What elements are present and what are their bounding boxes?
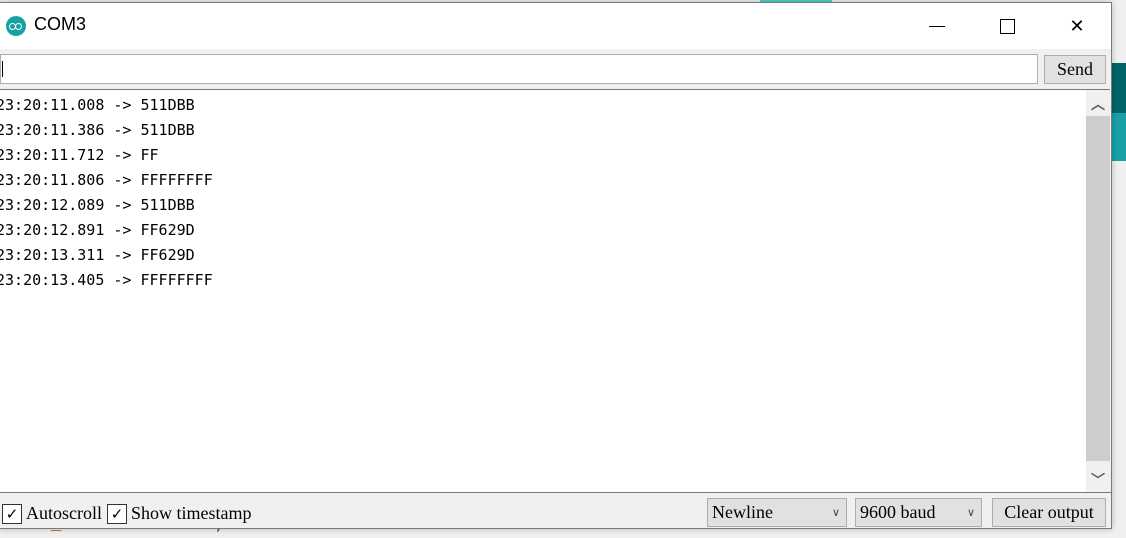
- minimize-button[interactable]: [914, 3, 960, 49]
- output-line: 23:20:11.386 -> 511DBB: [0, 121, 195, 139]
- serial-output[interactable]: 23:20:11.008 -> 511DBB 23:20:11.386 -> 51…: [0, 89, 1086, 492]
- output-line: 23:20:12.089 -> 511DBB: [0, 196, 195, 214]
- show-timestamp-checkbox[interactable]: ✓ Show timestamp: [107, 503, 252, 524]
- output-line: 23:20:13.311 -> FF629D: [0, 246, 195, 264]
- output-line: 23:20:11.806 -> FFFFFFFF: [0, 171, 213, 189]
- baud-rate-select[interactable]: 9600 baud ∨: [855, 498, 982, 527]
- serial-monitor-window: COM3 ✕ Send 23:20:11.008 -> 511DBB 23:20:…: [0, 2, 1112, 529]
- arduino-logo-icon: [6, 16, 26, 36]
- checkmark-icon: ✓: [2, 503, 22, 524]
- output-line: 23:20:12.891 -> FF629D: [0, 221, 195, 239]
- minimize-icon: [929, 25, 945, 27]
- close-button[interactable]: ✕: [1054, 3, 1100, 49]
- scroll-up-icon[interactable]: ︿: [1086, 92, 1110, 116]
- serial-input[interactable]: [0, 54, 1038, 84]
- chevron-down-icon: ∨: [831, 506, 840, 519]
- output-line: 23:20:11.008 -> 511DBB: [0, 96, 195, 114]
- title-bar[interactable]: COM3 ✕: [0, 3, 1111, 49]
- scroll-down-icon[interactable]: ﹀: [1086, 468, 1110, 492]
- window-title: COM3: [34, 14, 87, 34]
- send-button[interactable]: Send: [1044, 55, 1106, 84]
- background-editor-tabs: [1112, 113, 1126, 161]
- scrollbar-thumb[interactable]: [1086, 116, 1110, 461]
- text-caret: [2, 61, 3, 77]
- close-icon: ✕: [1069, 15, 1085, 37]
- vertical-scrollbar[interactable]: ︿ ﹀: [1086, 89, 1110, 492]
- footer-bar: ✓ Autoscroll ✓ Show timestamp Newline ∨ 960…: [0, 492, 1111, 530]
- maximize-button[interactable]: [984, 3, 1030, 49]
- line-ending-select[interactable]: Newline ∨: [707, 498, 847, 527]
- chevron-down-icon: ∨: [966, 506, 975, 519]
- background-editor-toolbar: [1112, 63, 1126, 113]
- output-line: 23:20:11.712 -> FF: [0, 146, 159, 164]
- output-line: 23:20:13.405 -> FFFFFFFF: [0, 271, 213, 289]
- clear-output-button[interactable]: Clear output: [992, 498, 1106, 527]
- checkmark-icon: ✓: [107, 503, 127, 524]
- autoscroll-checkbox[interactable]: ✓ Autoscroll: [2, 503, 102, 524]
- maximize-icon: [999, 18, 1015, 34]
